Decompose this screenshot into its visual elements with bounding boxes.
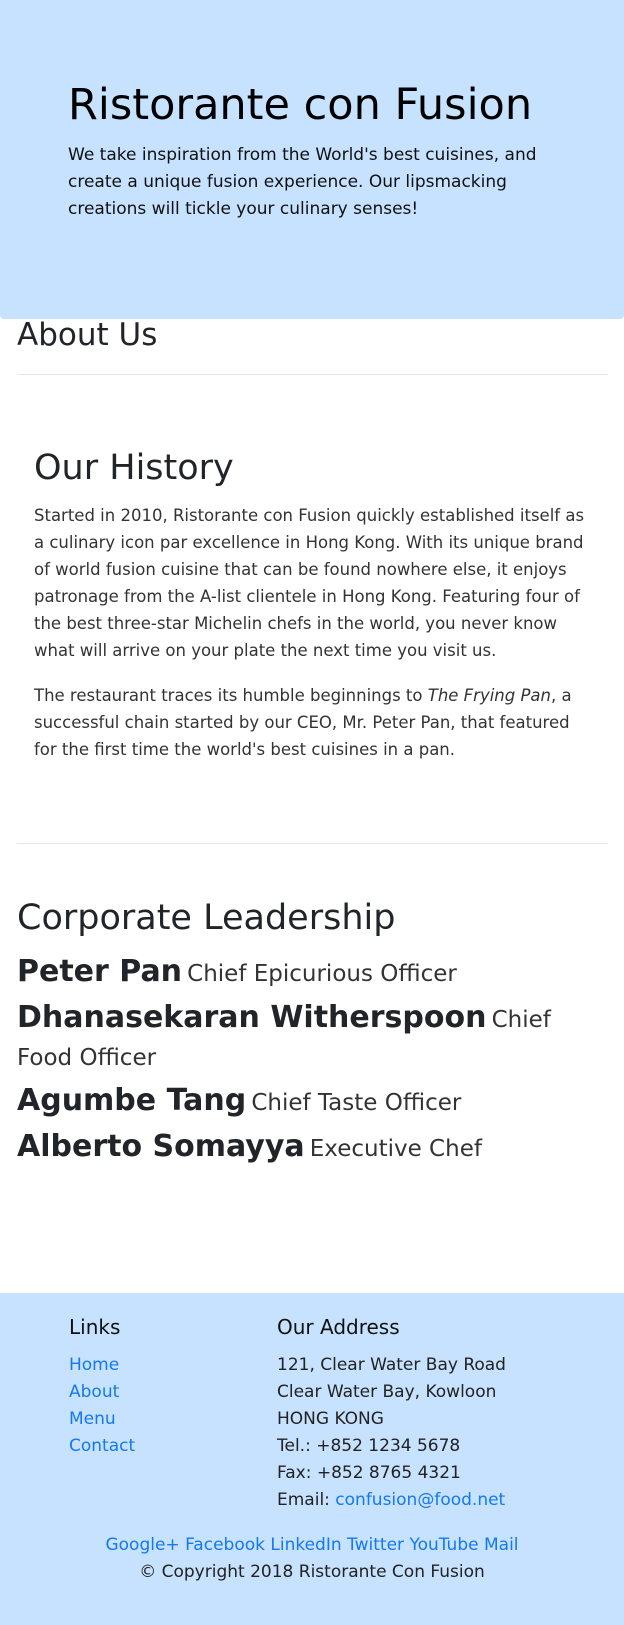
- history-paragraph-2: The restaurant traces its humble beginni…: [34, 686, 572, 759]
- page-title: Ristorante con Fusion: [68, 80, 533, 130]
- leader-name: Alberto Somayya: [17, 1129, 305, 1164]
- email-link[interactable]: confusion@food.net: [335, 1490, 505, 1510]
- history-heading: Our History: [34, 448, 234, 488]
- divider: [17, 374, 608, 375]
- list-item: About: [69, 1379, 135, 1406]
- google-plus-link[interactable]: Google+: [105, 1535, 179, 1555]
- list-item: Menu: [69, 1406, 135, 1433]
- footer-link-menu[interactable]: Menu: [69, 1409, 116, 1429]
- leader-item: Agumbe Tang Chief Taste Officer: [17, 1082, 607, 1123]
- twitter-link[interactable]: Twitter: [347, 1535, 404, 1555]
- youtube-link[interactable]: YouTube: [409, 1535, 478, 1555]
- about-heading: About Us: [17, 317, 158, 353]
- leader-item: Dhanasekaran Witherspoon Chief Food Offi…: [17, 999, 607, 1078]
- leader-title: Chief Epicurious Officer: [187, 961, 457, 987]
- list-item: Home: [69, 1352, 135, 1379]
- jumbotron-header: Ristorante con Fusion We take inspiratio…: [0, 0, 624, 319]
- leader-item: Peter Pan Chief Epicurious Officer: [17, 953, 607, 994]
- footer-link-home[interactable]: Home: [69, 1355, 119, 1375]
- address-heading: Our Address: [277, 1315, 400, 1339]
- tagline: We take inspiration from the World's bes…: [68, 145, 537, 219]
- frying-pan-emphasis: The Frying Pan: [427, 686, 552, 705]
- footer-link-about[interactable]: About: [69, 1382, 119, 1402]
- copyright: © Copyright 2018 Ristorante Con Fusion: [139, 1562, 485, 1582]
- leader-item: Alberto Somayya Executive Chef: [17, 1128, 607, 1169]
- divider: [17, 843, 608, 844]
- address-line: Clear Water Bay, Kowloon: [277, 1382, 497, 1402]
- footer-link-contact[interactable]: Contact: [69, 1436, 135, 1456]
- linkedin-link[interactable]: LinkedIn: [270, 1535, 341, 1555]
- leader-title: Chief Taste Officer: [251, 1090, 462, 1116]
- social-links: Google+ Facebook LinkedIn Twitter YouTub…: [0, 1532, 624, 1559]
- facebook-link[interactable]: Facebook: [185, 1535, 265, 1555]
- address-line: HONG KONG: [277, 1409, 384, 1429]
- leader-name: Peter Pan: [17, 954, 183, 989]
- leader-title: Executive Chef: [309, 1136, 482, 1162]
- footer-links-list: Home About Menu Contact: [69, 1352, 135, 1460]
- leader-name: Dhanasekaran Witherspoon: [17, 1000, 487, 1035]
- history-paragraph-1: Started in 2010, Ristorante con Fusion q…: [34, 506, 585, 660]
- address-block: 121, Clear Water Bay Road Clear Water Ba…: [277, 1352, 506, 1514]
- leadership-heading: Corporate Leadership: [17, 898, 396, 938]
- phone-line: Tel.: +852 1234 5678: [277, 1436, 461, 1456]
- email-line: Email: confusion@food.net: [277, 1490, 506, 1510]
- leader-name: Agumbe Tang: [17, 1083, 247, 1118]
- list-item: Contact: [69, 1433, 135, 1460]
- links-heading: Links: [69, 1315, 121, 1339]
- mail-link[interactable]: Mail: [484, 1535, 519, 1555]
- fax-line: Fax: +852 8765 4321: [277, 1463, 461, 1483]
- address-line: 121, Clear Water Bay Road: [277, 1355, 506, 1375]
